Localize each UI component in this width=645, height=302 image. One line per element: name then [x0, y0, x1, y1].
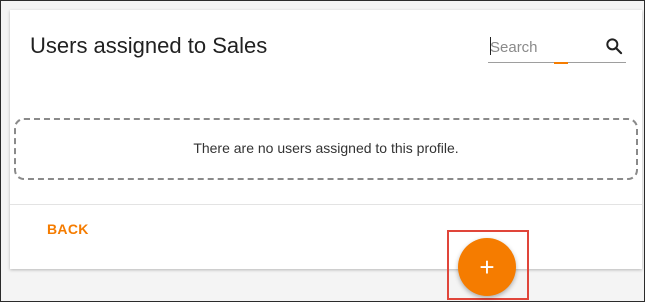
empty-state-box: There are no users assigned to this prof…	[14, 118, 638, 180]
search-input[interactable]	[490, 36, 570, 58]
text-cursor	[490, 37, 491, 55]
search-field[interactable]	[488, 32, 626, 64]
card-divider	[10, 204, 642, 205]
screenshot-frame: Users assigned to Sales There are no use…	[0, 0, 645, 302]
empty-state-message: There are no users assigned to this prof…	[193, 140, 459, 156]
plus-icon: +	[479, 252, 495, 282]
add-user-button[interactable]: +	[458, 238, 516, 296]
back-button[interactable]: BACK	[47, 221, 89, 237]
search-icon[interactable]	[604, 36, 624, 56]
search-focus-indicator	[554, 62, 568, 64]
users-card: Users assigned to Sales There are no use…	[10, 10, 642, 269]
page-title: Users assigned to Sales	[30, 33, 268, 58]
